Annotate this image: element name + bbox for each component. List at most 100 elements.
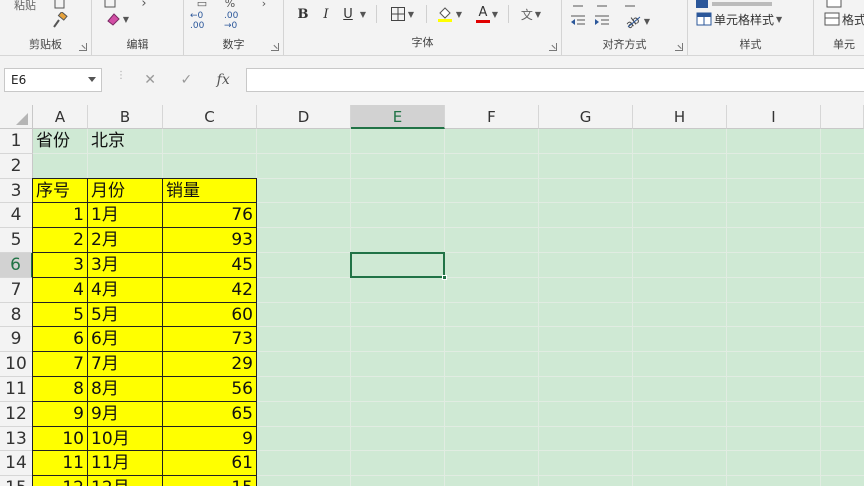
column-header-c[interactable]: C [163,105,257,129]
format-painter-icon[interactable] [48,10,72,32]
cell-a15[interactable]: 12 [33,476,88,486]
cell-b5[interactable]: 2月 [88,228,163,253]
row-header-15[interactable]: 15 [0,476,33,486]
row-header-12[interactable]: 12 [0,401,33,427]
cell-b12[interactable]: 9月 [88,401,163,427]
increase-decimal-button[interactable]: ←0 .00 [190,10,220,32]
column-header-g[interactable]: G [539,105,633,129]
cell-a1[interactable]: 省份 [33,129,88,154]
cell-a13[interactable]: 10 [33,426,88,452]
decrease-indent-icon[interactable] [568,10,588,32]
clipboard-launcher-icon[interactable] [79,43,87,51]
splitter-handle[interactable]: ⋮ [116,71,126,86]
cell-b10[interactable]: 7月 [88,352,163,377]
cell-c12[interactable]: 65 [163,401,257,427]
number-launcher-icon[interactable] [271,43,279,51]
clear-button[interactable]: ▼ [100,8,134,30]
cell-a4[interactable]: 1 [33,203,88,229]
cell-b9[interactable]: 6月 [88,327,163,353]
row-header-11[interactable]: 11 [0,377,33,402]
cell-c11[interactable]: 56 [163,377,257,402]
row-header-9[interactable]: 9 [0,327,33,353]
column-header-f[interactable]: F [445,105,539,129]
cell-c13[interactable]: 9 [163,426,257,452]
font-launcher-icon[interactable] [549,43,557,51]
cell-c4[interactable]: 76 [163,203,257,229]
select-all-button[interactable] [0,105,33,129]
cell-b4[interactable]: 1月 [88,203,163,229]
cell-c8[interactable]: 60 [163,302,257,328]
name-box-dropdown-icon[interactable] [88,77,96,82]
column-header-d[interactable]: D [257,105,351,129]
row-header-3[interactable]: 3 [0,178,33,204]
increase-indent-icon[interactable] [592,10,612,32]
cell-c10[interactable]: 29 [163,352,257,377]
cell-c9[interactable]: 73 [163,327,257,353]
name-box[interactable]: E6 [4,68,102,92]
cell-b14[interactable]: 11月 [88,451,163,477]
column-header-b[interactable]: B [88,105,163,129]
row-header-8[interactable]: 8 [0,302,33,328]
format-button[interactable]: 格式 [824,8,864,30]
fill-color-button[interactable]: ▼ [432,3,466,25]
sort-icon[interactable]: › [134,0,154,14]
paste-button[interactable]: 粘贴 [10,0,40,16]
row-header-14[interactable]: 14 [0,451,33,477]
cell-c3[interactable]: 销量 [163,178,257,204]
cell-c7[interactable]: 42 [163,277,257,303]
fill-handle[interactable] [442,274,447,280]
column-header-h[interactable]: H [633,105,727,129]
cell-a9[interactable]: 6 [33,327,88,353]
cell-a12[interactable]: 9 [33,401,88,427]
cell-c5[interactable]: 93 [163,228,257,253]
row-header-4[interactable]: 4 [0,203,33,229]
phonetic-button[interactable]: 文 ▼ [514,3,548,25]
underline-button[interactable]: U [340,3,356,25]
alignment-launcher-icon[interactable] [675,43,683,51]
cell-a11[interactable]: 8 [33,377,88,402]
active-cell-e6[interactable] [350,252,445,278]
cell-a14[interactable]: 11 [33,451,88,477]
bold-button[interactable]: B [294,3,312,25]
italic-button[interactable]: I [318,3,334,25]
cell-styles-button[interactable]: 单元格样式 ▼ [696,8,792,30]
row-header-7[interactable]: 7 [0,277,33,303]
cell-b1[interactable]: 北京 [88,129,163,154]
row-header-1[interactable]: 1 [0,129,33,154]
orientation-button[interactable]: ab ▼ [620,10,654,32]
decrease-decimal-button[interactable]: .00 →0 [224,10,254,32]
cell-a8[interactable]: 5 [33,302,88,328]
cell-b6[interactable]: 3月 [88,253,163,278]
cell-a3[interactable]: 序号 [33,178,88,204]
row-header-5[interactable]: 5 [0,228,33,253]
insert-function-button[interactable]: fx [217,72,230,88]
underline-dropdown-icon[interactable]: ▼ [356,3,368,25]
cell-b8[interactable]: 5月 [88,302,163,328]
column-header-i[interactable]: I [727,105,821,129]
cell-c15[interactable]: 15 [163,476,257,486]
row-header-13[interactable]: 13 [0,426,33,452]
comma-icon[interactable]: › [254,0,274,14]
borders-button[interactable]: ▼ [384,3,420,25]
cell-a5[interactable]: 2 [33,228,88,253]
cell-b13[interactable]: 10月 [88,426,163,452]
enter-icon[interactable]: ✓ [180,72,192,88]
cancel-icon[interactable]: ✕ [144,72,156,88]
row-header-2[interactable]: 2 [0,153,33,179]
cell-b3[interactable]: 月份 [88,178,163,204]
cell-c6[interactable]: 45 [163,253,257,278]
cell-b11[interactable]: 8月 [88,377,163,402]
cell-b7[interactable]: 4月 [88,277,163,303]
font-color-button[interactable]: A ▼ [470,3,504,25]
phonetic-icon: 文 [520,7,533,22]
cell-a7[interactable]: 4 [33,277,88,303]
cell-c14[interactable]: 61 [163,451,257,477]
row-header-6[interactable]: 6 [0,253,33,278]
cell-a6[interactable]: 3 [33,253,88,278]
row-header-10[interactable]: 10 [0,352,33,377]
cell-b15[interactable]: 12月 [88,476,163,486]
cell-a10[interactable]: 7 [33,352,88,377]
column-header-a[interactable]: A [33,105,88,129]
formula-input[interactable] [246,68,864,92]
column-header-e[interactable]: E [351,105,445,129]
